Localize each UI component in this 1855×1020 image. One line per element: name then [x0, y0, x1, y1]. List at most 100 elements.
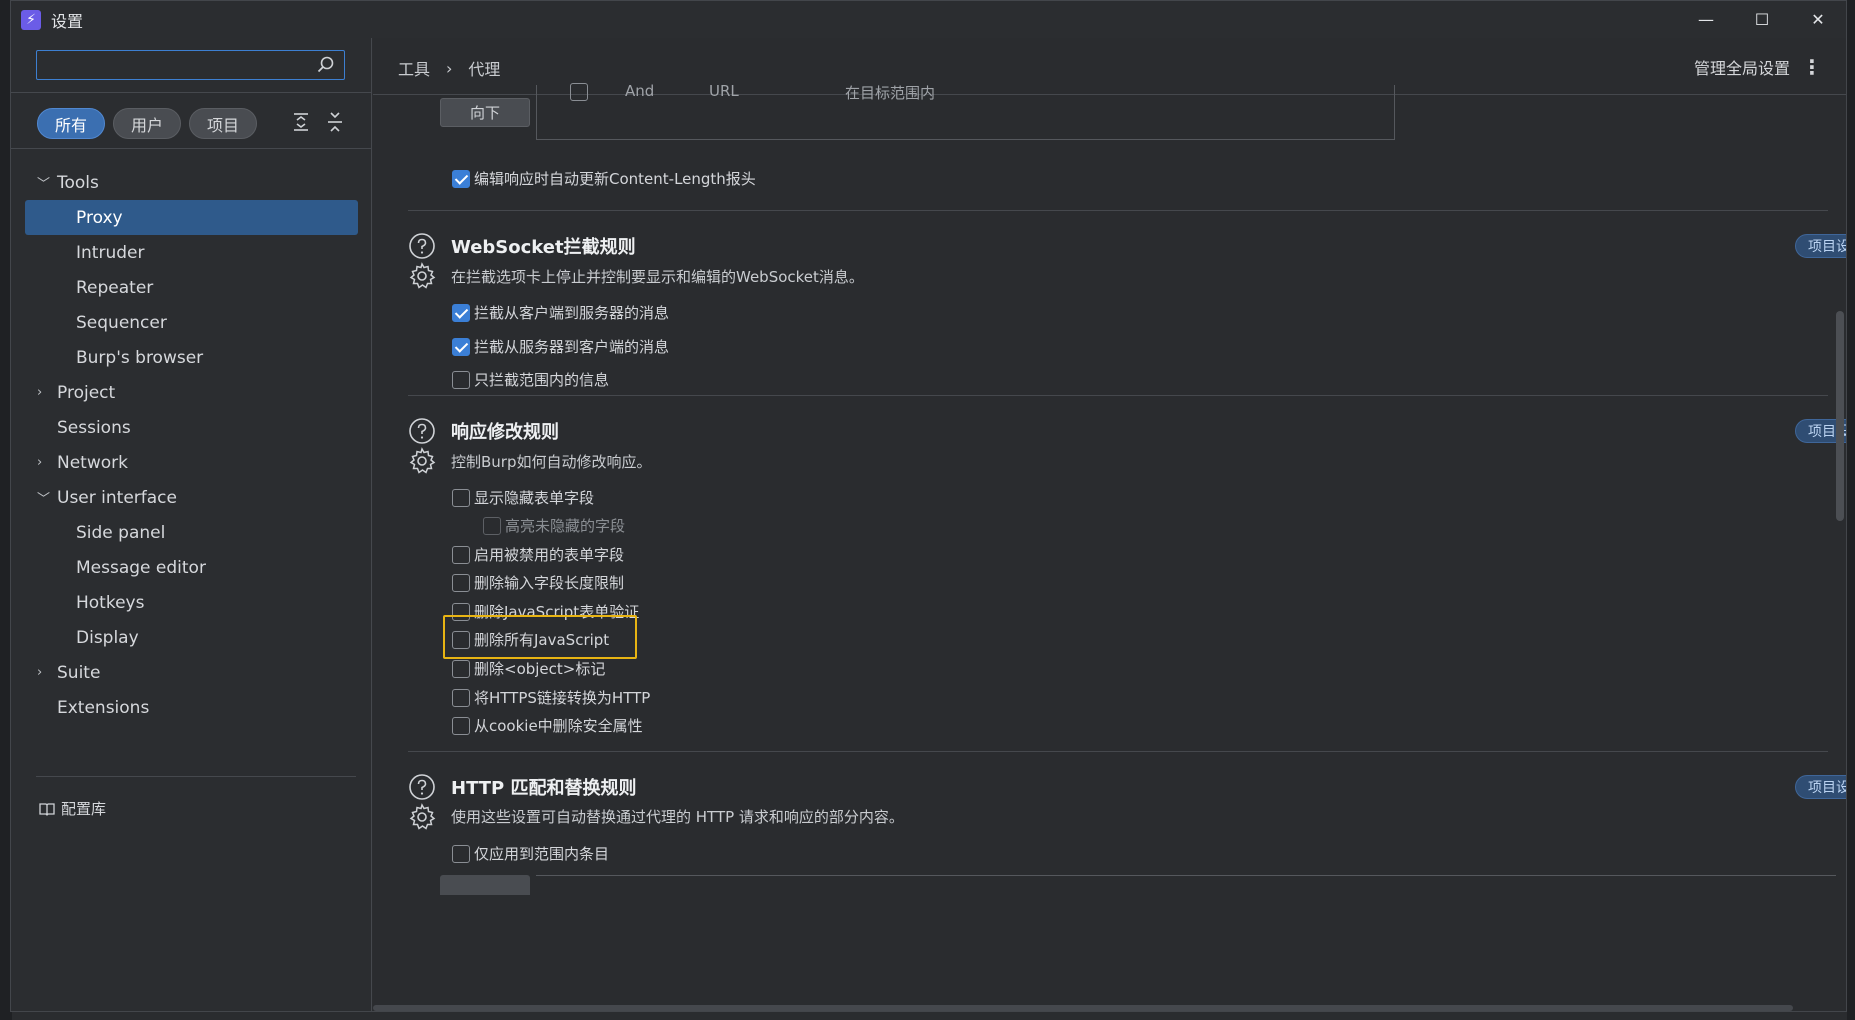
rule-condition: 在目标范围内	[845, 84, 936, 102]
search-icon[interactable]	[316, 55, 336, 75]
response-mod-option[interactable]: 从cookie中删除安全属性	[452, 715, 643, 736]
gear-icon[interactable]	[408, 447, 436, 475]
response-mod-option[interactable]: 启用被禁用的表单字段	[452, 544, 624, 565]
checkbox[interactable]	[452, 688, 470, 707]
option-label: 将HTTPS链接转换为HTTP	[474, 689, 651, 707]
window-title: 设置	[51, 11, 84, 31]
horizontal-scrollbar[interactable]	[373, 1003, 1846, 1011]
response-mod-option[interactable]: 删除<object>标记	[452, 658, 605, 679]
chevron-down-icon: ﹀	[37, 492, 51, 507]
websocket-option[interactable]: 只拦截范围内的信息	[452, 369, 609, 390]
tree-item-sessions[interactable]: Sessions	[11, 410, 372, 445]
tree-item-suite[interactable]: › Suite	[11, 655, 372, 690]
tree-item-project[interactable]: › Project	[11, 375, 372, 410]
tree-item-label: Sessions	[57, 417, 131, 438]
expand-all-icon[interactable]	[289, 110, 313, 134]
minimize-icon[interactable]: —	[1678, 1, 1734, 38]
tree-item-burps-browser[interactable]: Burp's browser	[11, 340, 372, 375]
option-label: 高亮未隐藏的字段	[505, 517, 626, 535]
filter-all-button[interactable]: 所有	[37, 108, 106, 139]
option-label: 删除<object>标记	[474, 660, 606, 678]
highlight-box	[443, 615, 637, 659]
tree-item-extensions[interactable]: Extensions	[11, 690, 372, 725]
rule-enabled-checkbox[interactable]	[570, 83, 588, 101]
help-icon[interactable]	[408, 417, 436, 445]
divider	[408, 395, 1828, 396]
move-down-button[interactable]: 向下	[440, 98, 530, 127]
project-settings-badge: 项目设	[1795, 775, 1846, 799]
checkbox[interactable]	[452, 370, 470, 389]
more-vertical-icon[interactable]: ⋮	[1802, 55, 1822, 79]
rule-checkbox[interactable]	[570, 83, 588, 105]
chevron-right-icon: ›	[37, 455, 43, 470]
collapse-all-icon[interactable]	[323, 110, 347, 134]
checkbox[interactable]	[452, 573, 470, 592]
tree-item-side-panel[interactable]: Side panel	[11, 515, 372, 550]
breadcrumb-item[interactable]: 工具	[398, 56, 430, 80]
response-mod-section-title: 响应修改规则	[451, 422, 559, 443]
auto-update-content-length-option[interactable]: 编辑响应时自动更新Content-Length报头	[452, 168, 756, 189]
help-icon[interactable]	[408, 232, 436, 260]
websocket-option[interactable]: 拦截从服务器到客户端的消息	[452, 336, 669, 357]
breadcrumb-item[interactable]: 代理	[468, 56, 500, 80]
tree-item-user-interface[interactable]: ﹀ User interface	[11, 480, 372, 515]
manage-global-settings-label: 管理全局设置	[1693, 59, 1790, 78]
tree-item-label: Message editor	[76, 557, 206, 578]
gear-icon[interactable]	[408, 803, 436, 831]
tree-item-intruder[interactable]: Intruder	[11, 235, 372, 270]
rule-match-type: URL	[709, 82, 739, 100]
websocket-option[interactable]: 拦截从客户端到服务器的消息	[452, 302, 669, 323]
settings-tree: ﹀ Tools Proxy Intruder Repeater Sequencer…	[11, 165, 372, 725]
http-match-option[interactable]: 仅应用到范围内条目	[452, 843, 609, 864]
divider	[11, 148, 372, 149]
maximize-icon[interactable]: ☐	[1734, 1, 1790, 38]
table-button[interactable]	[440, 875, 530, 895]
window-controls: — ☐ ✕	[1678, 1, 1846, 38]
config-library-link[interactable]: 配置库	[39, 798, 106, 819]
vertical-scrollbar[interactable]	[1836, 311, 1844, 521]
tree-item-label: Tools	[57, 172, 99, 193]
checkbox[interactable]	[452, 303, 470, 322]
tree-item-message-editor[interactable]: Message editor	[11, 550, 372, 585]
response-mod-option[interactable]: 将HTTPS链接转换为HTTP	[452, 687, 650, 708]
tree-item-tools[interactable]: ﹀ Tools	[11, 165, 372, 200]
book-icon	[39, 802, 55, 816]
tree-item-sequencer[interactable]: Sequencer	[11, 305, 372, 340]
search-input[interactable]	[37, 51, 307, 79]
tree-item-label: Proxy	[76, 207, 123, 228]
tree-item-display[interactable]: Display	[11, 620, 372, 655]
filter-project-button[interactable]: 项目	[189, 108, 258, 139]
tree-item-label: Burp's browser	[76, 347, 204, 368]
checkbox[interactable]	[452, 169, 470, 188]
search-field[interactable]	[36, 50, 345, 80]
gear-icon[interactable]	[408, 262, 436, 290]
response-mod-option[interactable]: 显示隐藏表单字段	[452, 487, 594, 508]
settings-content: 向下 And URL 在目标范围内 编辑响应时自动更新Content-Lengt…	[373, 82, 1846, 1011]
filter-user-button[interactable]: 用户	[113, 108, 182, 139]
checkbox[interactable]	[452, 659, 470, 678]
tree-item-label: Suite	[57, 662, 101, 683]
tree-item-hotkeys[interactable]: Hotkeys	[11, 585, 372, 620]
rule-operator: And	[625, 82, 655, 100]
checkbox[interactable]	[452, 337, 470, 356]
title-bar: ⚡ 设置 — ☐ ✕	[11, 1, 1846, 38]
tree-item-network[interactable]: › Network	[11, 445, 372, 480]
checkbox[interactable]	[452, 545, 470, 564]
scrollbar-thumb[interactable]	[373, 1005, 1793, 1011]
tree-item-proxy[interactable]: Proxy	[25, 200, 358, 235]
close-icon[interactable]: ✕	[1790, 1, 1846, 38]
option-label: 显示隐藏表单字段	[474, 489, 595, 507]
burp-logo-icon: ⚡	[21, 9, 41, 30]
tree-item-label: Hotkeys	[76, 592, 145, 613]
help-icon[interactable]	[408, 773, 436, 801]
tree-item-label: Extensions	[57, 697, 150, 718]
manage-global-settings[interactable]: 管理全局设置 ⋮	[1694, 55, 1822, 79]
response-mod-option[interactable]: 删除输入字段长度限制	[452, 572, 624, 593]
divider	[11, 92, 372, 93]
config-library-label: 配置库	[61, 800, 107, 818]
tree-item-repeater[interactable]: Repeater	[11, 270, 372, 305]
checkbox[interactable]	[452, 844, 470, 863]
response-mod-section-desc: 控制Burp如何自动修改响应。	[451, 453, 652, 471]
checkbox[interactable]	[452, 716, 470, 735]
checkbox[interactable]	[452, 488, 470, 507]
